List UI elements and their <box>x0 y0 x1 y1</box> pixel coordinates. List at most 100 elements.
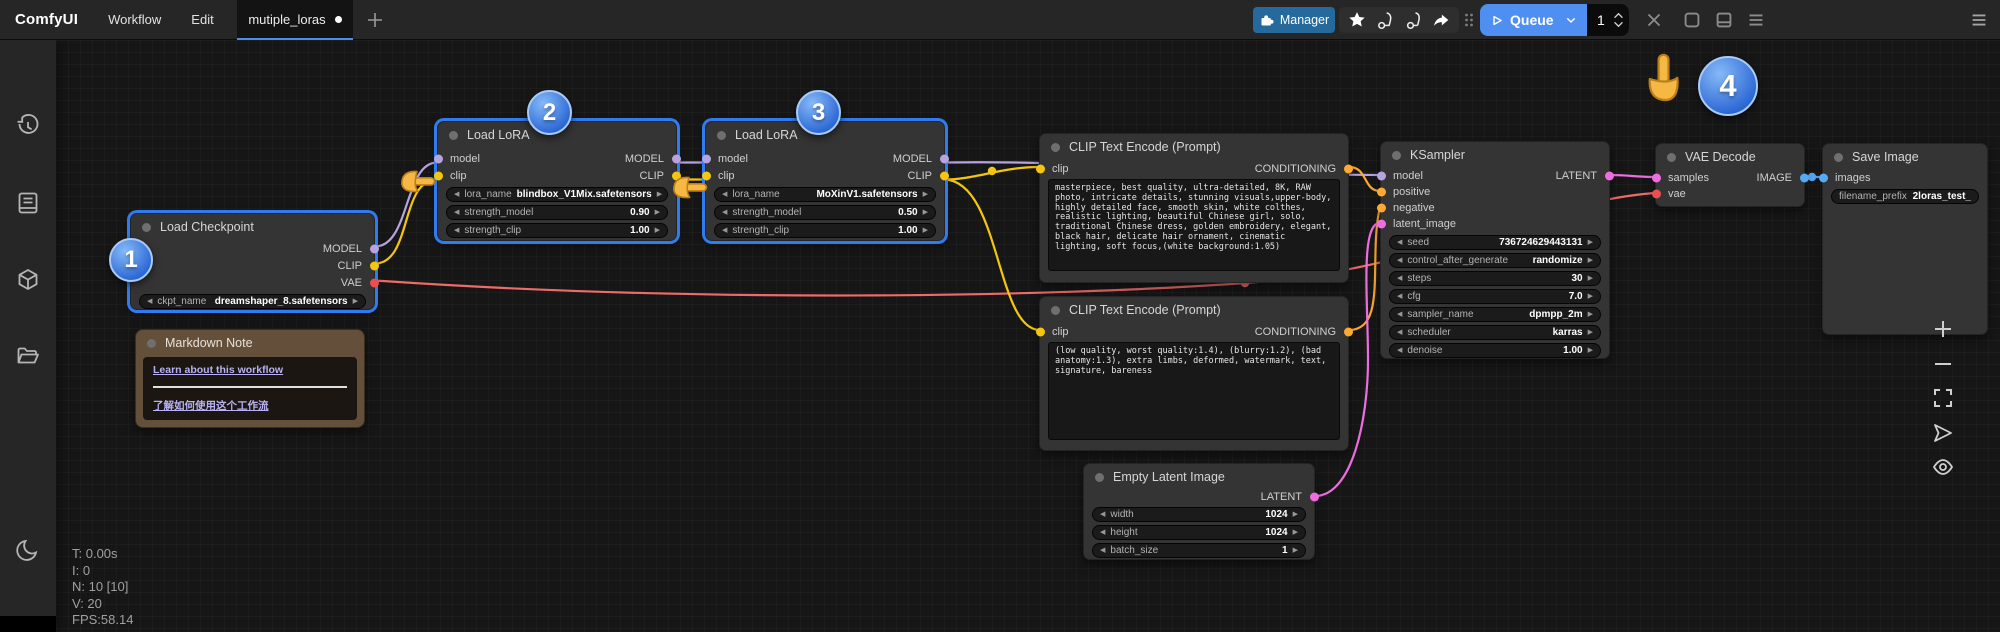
node-clip-text-encode-negative[interactable]: CLIP Text Encode (Prompt) clip CONDITION… <box>1035 296 1353 451</box>
arrow-right-icon[interactable]: ▶ <box>923 209 928 216</box>
arrow-right-icon[interactable]: ▶ <box>353 298 358 305</box>
share-icon[interactable] <box>1431 10 1451 30</box>
input-dot-clip[interactable] <box>1035 164 1045 173</box>
link-midpoint-dot[interactable] <box>987 166 997 176</box>
arrow-left-icon[interactable]: ◀ <box>1397 257 1402 264</box>
collapse-dot[interactable] <box>1051 142 1060 152</box>
widget-lora-name[interactable]: ◀ lora_name blindbox_V1Mix.safetensors ▶ <box>446 187 668 202</box>
arrow-right-icon[interactable]: ▶ <box>923 227 928 234</box>
link-midpoint-dot[interactable] <box>1807 172 1817 182</box>
node-ksampler[interactable]: KSampler model LATENT positive negative … <box>1376 141 1614 359</box>
chevron-down-icon[interactable] <box>1563 12 1579 28</box>
positive-prompt-textarea[interactable]: masterpiece, best quality, ultra-detaile… <box>1048 179 1340 271</box>
widget-batch-size[interactable]: ◀ batch_size 1 ▶ <box>1092 543 1306 558</box>
collapse-dot[interactable] <box>1095 472 1104 482</box>
collapse-dot[interactable] <box>1667 152 1676 162</box>
arrow-left-icon[interactable]: ◀ <box>147 298 152 305</box>
widget-scheduler[interactable]: ◀ scheduler karras ▶ <box>1389 325 1601 340</box>
history-icon[interactable] <box>15 114 41 140</box>
arrow-left-icon[interactable]: ◀ <box>1397 311 1402 318</box>
collapse-dot[interactable] <box>147 338 156 348</box>
widget-control-after-generate[interactable]: ◀ control_after_generate randomize ▶ <box>1389 253 1601 268</box>
arrow-left-icon[interactable]: ◀ <box>722 191 727 198</box>
fit-view-button[interactable] <box>1932 387 1954 409</box>
menu-edit[interactable]: Edit <box>191 12 213 27</box>
note-link-chinese[interactable]: 了解如何使用这个工作流 <box>153 398 347 413</box>
node-title-bar[interactable]: Save Image <box>1823 144 1987 170</box>
arrow-right-icon[interactable]: ▶ <box>1293 511 1298 518</box>
output-dot-model[interactable] <box>671 154 681 163</box>
bottom-panel-toggle-icon[interactable] <box>1713 9 1735 31</box>
input-dot-clip[interactable] <box>1035 327 1045 336</box>
widget-strength-clip[interactable]: ◀ strength_clip 1.00 ▶ <box>446 223 668 238</box>
widget-seed[interactable]: ◀ seed 736724629443131 ▶ <box>1389 235 1601 250</box>
node-library-icon[interactable] <box>15 190 41 216</box>
arrow-right-icon[interactable]: ▶ <box>655 209 660 216</box>
output-dot-conditioning[interactable] <box>1343 327 1353 336</box>
chevron-down-icon[interactable] <box>1613 21 1624 28</box>
widget-lora-name[interactable]: ◀ lora_name MoXinV1.safetensors ▶ <box>714 187 936 202</box>
node-title-bar[interactable]: Empty Latent Image <box>1084 464 1314 490</box>
node-markdown-note[interactable]: Markdown Note Learn about this workflow … <box>135 329 365 428</box>
toggle-link-visibility-button[interactable] <box>1932 456 1954 478</box>
toolbar-drag-handle[interactable] <box>1462 8 1476 37</box>
model-installer-icon[interactable] <box>1375 10 1395 30</box>
widget-height[interactable]: ◀ height 1024 ▶ <box>1092 525 1306 540</box>
output-dot-image[interactable] <box>1799 173 1809 183</box>
batch-count-stepper[interactable]: 1 <box>1587 4 1629 36</box>
widget-ckpt-name[interactable]: ◀ ckpt_name dreamshaper_8.safetensors ▶ <box>139 294 366 309</box>
workflows-folder-icon[interactable] <box>15 344 41 370</box>
widget-width[interactable]: ◀ width 1024 ▶ <box>1092 507 1306 522</box>
output-dot-model[interactable] <box>369 244 379 253</box>
workflow-tab[interactable]: mutiple_loras <box>237 0 353 40</box>
arrow-left-icon[interactable]: ◀ <box>722 209 727 216</box>
arrow-right-icon[interactable]: ▶ <box>1588 311 1593 318</box>
menu-workflow[interactable]: Workflow <box>108 12 161 27</box>
canvas-panel-icon[interactable] <box>1681 9 1703 31</box>
input-dot-negative[interactable] <box>1376 203 1386 213</box>
node-title-bar[interactable]: CLIP Text Encode (Prompt) <box>1040 134 1348 160</box>
node-title-bar[interactable]: KSampler <box>1381 142 1609 168</box>
node-title-bar[interactable]: Markdown Note <box>136 330 364 356</box>
output-dot-model[interactable] <box>939 154 949 163</box>
arrow-right-icon[interactable]: ▶ <box>1588 347 1593 354</box>
input-dot-latent-image[interactable] <box>1376 219 1386 229</box>
arrow-left-icon[interactable]: ◀ <box>1100 511 1105 518</box>
widget-strength-clip[interactable]: ◀ strength_clip 1.00 ▶ <box>714 223 936 238</box>
settings-gear-icon[interactable] <box>15 615 41 632</box>
arrow-left-icon[interactable]: ◀ <box>1397 347 1402 354</box>
arrow-left-icon[interactable]: ◀ <box>722 227 727 234</box>
stepper-arrows[interactable] <box>1613 12 1624 28</box>
collapse-dot[interactable] <box>449 130 458 140</box>
node-clip-text-encode-positive[interactable]: CLIP Text Encode (Prompt) clip CONDITION… <box>1035 133 1353 283</box>
input-dot-model[interactable] <box>1376 171 1386 181</box>
arrow-right-icon[interactable]: ▶ <box>1588 239 1593 246</box>
arrow-right-icon[interactable]: ▶ <box>655 227 660 234</box>
collapse-dot[interactable] <box>1051 305 1060 315</box>
output-dot-vae[interactable] <box>369 278 379 287</box>
negative-prompt-textarea[interactable]: (low quality, worst quality:1.4), (blurr… <box>1048 342 1340 440</box>
arrow-right-icon[interactable]: ▶ <box>657 191 662 198</box>
custom-nodes-icon[interactable] <box>1403 10 1423 30</box>
arrow-right-icon[interactable]: ▶ <box>1293 547 1298 554</box>
model-library-icon[interactable] <box>15 267 41 293</box>
arrow-left-icon[interactable]: ◀ <box>454 191 459 198</box>
output-dot-clip[interactable] <box>369 261 379 270</box>
input-dot-positive[interactable] <box>1376 187 1386 197</box>
node-empty-latent-image[interactable]: Empty Latent Image LATENT ◀ width 1024 ▶… <box>1083 463 1319 560</box>
manager-button[interactable]: Manager <box>1253 7 1335 33</box>
node-title-bar[interactable]: CLIP Text Encode (Prompt) <box>1040 297 1348 323</box>
arrow-right-icon[interactable]: ▶ <box>923 191 928 198</box>
zoom-out-button[interactable] <box>1932 353 1954 375</box>
node-load-checkpoint[interactable]: Load Checkpoint MODEL CLIP VAE ◀ ckpt_na… <box>130 213 379 310</box>
collapse-dot[interactable] <box>1392 150 1401 160</box>
output-dot-clip[interactable] <box>939 171 949 180</box>
node-title-bar[interactable]: VAE Decode <box>1656 144 1804 170</box>
arrow-right-icon[interactable]: ▶ <box>1293 529 1298 536</box>
widget-strength-model[interactable]: ◀ strength_model 0.90 ▶ <box>446 205 668 220</box>
arrow-left-icon[interactable]: ◀ <box>1100 547 1105 554</box>
input-dot-images[interactable] <box>1818 173 1828 183</box>
output-dot-latent[interactable] <box>1604 171 1614 181</box>
input-dot-model[interactable] <box>701 154 711 163</box>
select-mode-button[interactable] <box>1932 422 1954 444</box>
